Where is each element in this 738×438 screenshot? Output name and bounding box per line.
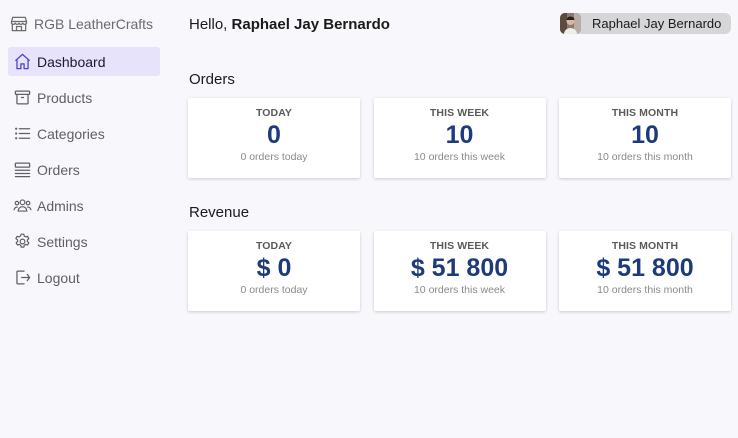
card-label: TODAY (255, 107, 293, 119)
archive-box-icon (14, 90, 31, 105)
greeting-prefix: Hello, (189, 16, 228, 33)
storefront-icon (10, 16, 28, 32)
card-value: 10 (445, 121, 474, 149)
card-value: $ 0 (256, 254, 292, 282)
card-value: 0 (267, 121, 281, 149)
sidebar-item-categories[interactable]: Categories (8, 119, 160, 148)
revenue-today-card: TODAY $ 0 0 orders today (188, 231, 360, 311)
sidebar-item-label: Products (37, 89, 93, 106)
card-subtext: 10 orders this month (597, 151, 693, 163)
orders-month-card: THIS MONTH 10 10 orders this month (559, 98, 731, 178)
sidebar-nav: Dashboard Products Categories Orders Adm… (8, 47, 160, 299)
users-icon (13, 199, 32, 212)
card-subtext: 10 orders this week (413, 284, 506, 296)
gear-icon (15, 233, 30, 248)
sidebar-item-label: Logout (37, 269, 80, 286)
revenue-cards: TODAY $ 0 0 orders today THIS WEEK $ 51 … (188, 231, 731, 311)
user-chip-name: Raphael Jay Bernardo (592, 16, 722, 31)
greeting: Hello, Raphael Jay Bernardo (189, 16, 390, 33)
sidebar-item-admins[interactable]: Admins (8, 191, 160, 220)
sidebar-item-settings[interactable]: Settings (8, 227, 160, 256)
orders-week-card: THIS WEEK 10 10 orders this week (373, 98, 546, 178)
orders-section-title: Orders (189, 71, 235, 88)
card-label: TODAY (255, 240, 293, 252)
card-subtext: 10 orders this month (597, 284, 693, 296)
app-name: RGB LeatherCrafts (34, 16, 154, 32)
home-icon (14, 53, 31, 70)
sidebar-item-label: Dashboard (37, 53, 106, 70)
sidebar-item-label: Categories (37, 125, 105, 142)
avatar (560, 13, 581, 34)
list-icon (15, 127, 31, 140)
orders-today-card: TODAY 0 0 orders today (188, 98, 360, 178)
sidebar-item-label: Admins (37, 197, 84, 214)
card-label: THIS WEEK (429, 240, 490, 252)
card-value: 10 (631, 121, 659, 149)
sidebar-item-products[interactable]: Products (8, 83, 160, 112)
card-label: THIS MONTH (611, 107, 679, 119)
card-subtext: 0 orders today (240, 151, 308, 163)
sidebar-item-orders[interactable]: Orders (8, 155, 160, 184)
card-subtext: 0 orders today (240, 284, 308, 296)
queue-list-icon (14, 162, 31, 178)
revenue-week-card: THIS WEEK $ 51 800 10 orders this week (373, 231, 546, 311)
sidebar: RGB LeatherCrafts Dashboard Products Cat… (0, 0, 170, 438)
orders-cards: TODAY 0 0 orders today THIS WEEK 10 10 o… (188, 98, 731, 178)
logout-icon (16, 270, 31, 285)
sidebar-item-label: Orders (37, 161, 80, 178)
app-logo[interactable]: RGB LeatherCrafts (9, 13, 153, 35)
card-label: THIS MONTH (611, 240, 679, 252)
card-label: THIS WEEK (429, 107, 490, 119)
sidebar-item-logout[interactable]: Logout (8, 263, 160, 292)
revenue-section-title: Revenue (189, 204, 250, 221)
card-value: $ 51 800 (596, 254, 694, 282)
greeting-user-name: Raphael Jay Bernardo (231, 16, 390, 33)
sidebar-item-dashboard[interactable]: Dashboard (8, 47, 160, 76)
sidebar-item-label: Settings (37, 233, 88, 250)
user-menu-chip[interactable]: Raphael Jay Bernardo (560, 13, 731, 34)
revenue-month-card: THIS MONTH $ 51 800 10 orders this month (559, 231, 731, 311)
card-value: $ 51 800 (410, 254, 509, 282)
card-subtext: 10 orders this week (413, 151, 506, 163)
